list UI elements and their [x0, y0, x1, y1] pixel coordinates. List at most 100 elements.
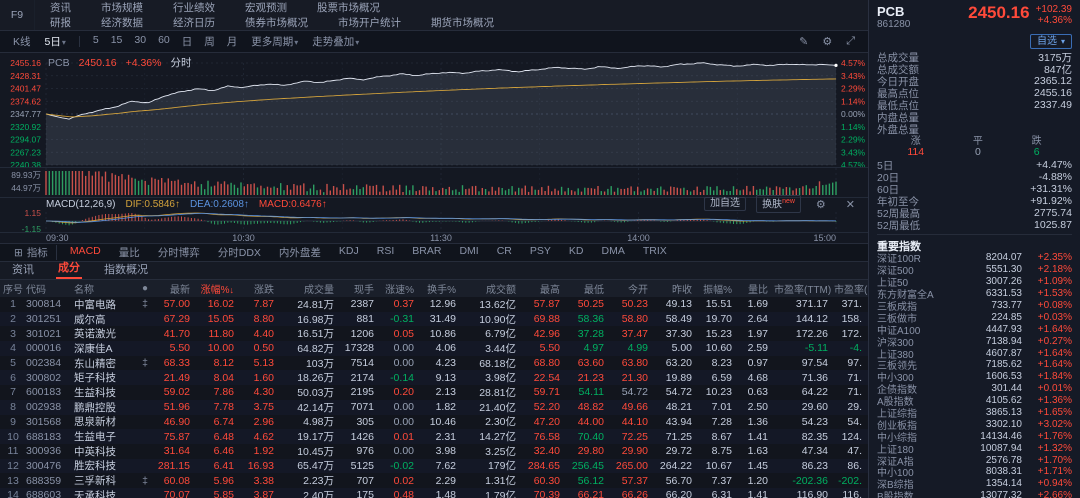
table-row[interactable]: 13688359三孚新科‡60.085.963.382.23万7070.022.… — [0, 473, 868, 488]
header-pe-ttm[interactable]: 市盈率(TTM) — [774, 281, 834, 296]
menu-item[interactable]: 债券市场概况 — [230, 15, 323, 30]
cell-index: 5 — [0, 357, 26, 369]
cell-speed: -0.14 — [380, 372, 420, 384]
header-flag[interactable]: ● — [138, 283, 152, 294]
menu-item[interactable]: 经济数据 — [86, 15, 158, 30]
table-row[interactable]: 5002384东山精密‡68.338.125.13103万75140.004.2… — [0, 356, 868, 371]
intraday-chart[interactable]: 2455.164.57%2428.313.43%2401.472.29%2374… — [0, 53, 868, 243]
header-name[interactable]: 名称 — [74, 281, 138, 296]
indicator-tab[interactable]: RSI — [368, 245, 404, 260]
add-favorite-button[interactable]: 自选▾ — [1030, 34, 1072, 49]
header-high[interactable]: 最高 — [522, 281, 566, 296]
cell-index: 9 — [0, 416, 26, 428]
menu-item[interactable]: 资讯 — [35, 0, 86, 15]
draw-icon[interactable]: ✎ — [794, 35, 813, 48]
table-row[interactable]: 14688603天承科技70.075.853.872.40万1750.481.4… — [0, 488, 868, 498]
table-row[interactable]: 7600183生益科技59.027.864.3050.03万21950.202.… — [0, 385, 868, 400]
menu-item[interactable]: 市场规模 — [86, 0, 158, 15]
indicator-tab[interactable]: PSY — [521, 245, 560, 260]
indicator-tab[interactable]: MACD — [61, 245, 110, 260]
header-index[interactable]: 序号 — [0, 281, 26, 296]
f9-badge[interactable]: F9 — [0, 0, 35, 30]
period-tab[interactable]: 30 — [129, 34, 151, 49]
menu-item[interactable]: 行业绩效 — [158, 0, 230, 15]
cell-volume-ratio: 1.36 — [738, 416, 774, 428]
kline-mode-button[interactable]: K线 — [8, 34, 36, 49]
indicator-tab[interactable]: CR — [488, 245, 521, 260]
table-row[interactable]: 10688183生益电子75.876.484.6219.17万14260.012… — [0, 429, 868, 444]
range-dropdown[interactable]: 5日▾ — [40, 34, 71, 49]
header-change[interactable]: 涨跌 — [240, 281, 280, 296]
add-watchlist-button[interactable]: 加自选 — [704, 197, 746, 211]
period-tab[interactable]: 15 — [106, 34, 128, 49]
indicator-tab[interactable]: 分时DDX — [209, 245, 270, 260]
fullscreen-icon[interactable]: ⤢ — [841, 35, 860, 48]
cell-low: 256.45 — [566, 460, 610, 472]
header-prev-close[interactable]: 昨收 — [654, 281, 698, 296]
menu-item[interactable]: 经济日历 — [158, 15, 230, 30]
header-volume[interactable]: 成交量 — [280, 281, 340, 296]
header-last[interactable]: 最新 — [152, 281, 196, 296]
period-tab[interactable]: 月 — [222, 34, 243, 49]
table-row[interactable]: 2301251威尔高67.2915.058.8016.98万881-0.3131… — [0, 312, 868, 327]
content-tab[interactable]: 成分 — [56, 259, 82, 279]
header-amount[interactable]: 成交额 — [462, 281, 522, 296]
indicator-tab[interactable]: KD — [560, 245, 593, 260]
header-low[interactable]: 最低 — [566, 281, 610, 296]
cell-high: 284.65 — [522, 460, 566, 472]
menu-item[interactable]: 研报 — [35, 15, 86, 30]
sort-down-icon: ↓ — [230, 285, 235, 295]
table-row[interactable]: 12300476胜宏科技281.156.4116.9365.47万5125-0.… — [0, 459, 868, 474]
table-row[interactable]: 9301568思泉新材46.906.742.964.98万3050.0010.4… — [0, 415, 868, 430]
indicator-tab[interactable]: BRAR — [403, 245, 450, 260]
content-tab[interactable]: 资讯 — [10, 261, 36, 279]
indicator-tab[interactable]: DMI — [450, 245, 487, 260]
macd-settings-icon[interactable]: ⚙ — [811, 198, 831, 211]
indicator-tab[interactable]: KDJ — [330, 245, 368, 260]
period-tab[interactable]: 日 — [177, 34, 198, 49]
header-change-pct[interactable]: 涨幅%↓ — [196, 281, 240, 296]
content-tab[interactable]: 指数概况 — [102, 261, 150, 279]
settings-icon[interactable]: ⚙ — [817, 35, 837, 48]
cell-pe-lyr: 86. — [834, 460, 868, 472]
header-pe-lyr[interactable]: 市盈率(L — [834, 281, 868, 296]
period-tab[interactable]: 5 — [88, 34, 104, 49]
header-current-vol[interactable]: 现手 — [340, 281, 380, 296]
menu-item[interactable]: 市场开户统计 — [323, 15, 416, 30]
menu-item[interactable]: 期货市场概况 — [416, 15, 509, 30]
cell-volume: 65.47万 — [280, 458, 340, 473]
skin-button[interactable]: 换肤new — [756, 195, 801, 212]
indicator-tab[interactable]: TRIX — [634, 245, 676, 260]
header-turnover[interactable]: 换手% — [420, 281, 462, 296]
table-row[interactable]: 1300814中富电路‡57.0016.027.8724.81万23870.37… — [0, 297, 868, 312]
header-open[interactable]: 今开 — [610, 281, 654, 296]
indicator-tab[interactable]: 内外盘差 — [270, 245, 330, 260]
menu-item[interactable]: 股票市场概况 — [302, 0, 395, 15]
chart-mode-tab[interactable]: 分时 — [170, 55, 191, 70]
indicator-tab[interactable]: DMA — [592, 245, 633, 260]
indicator-menu[interactable]: ⊞指标 — [6, 245, 57, 260]
table-row[interactable]: 11300936中英科技31.646.461.9210.45万9760.003.… — [0, 444, 868, 459]
header-speed[interactable]: 涨速% — [380, 281, 420, 296]
indicator-tab[interactable]: 量比 — [110, 245, 149, 260]
table-row[interactable]: 8002938鹏鼎控股51.967.783.7542.14万70710.001.… — [0, 400, 868, 415]
period-tab[interactable]: 周 — [199, 34, 220, 49]
svg-text:2347.77: 2347.77 — [10, 109, 41, 119]
menu-item[interactable]: 宏观预测 — [230, 0, 302, 15]
index-row[interactable]: B股指数 13077.32 +2.66% — [877, 490, 1072, 498]
header-code[interactable]: 代码 — [26, 281, 74, 296]
svg-text:2.29%: 2.29% — [841, 135, 866, 145]
table-row[interactable]: 4000016深康佳A5.5010.000.5064.82万173280.004… — [0, 341, 868, 356]
overlay-dropdown[interactable]: 走势叠加▾ — [307, 34, 364, 49]
svg-text:3.43%: 3.43% — [841, 71, 866, 81]
more-periods-dropdown[interactable]: 更多周期▾ — [246, 34, 303, 49]
indicator-tab[interactable]: 分时博弈 — [149, 245, 209, 260]
header-volume-ratio[interactable]: 量比 — [738, 281, 774, 296]
cell-speed: 0.02 — [380, 475, 420, 487]
header-amplitude[interactable]: 振幅% — [698, 281, 738, 296]
table-row[interactable]: 6300802矩子科技21.498.041.6018.26万2174-0.149… — [0, 370, 868, 385]
period-tab[interactable]: 60 — [153, 34, 175, 49]
table-row[interactable]: 3301021英诺激光41.7011.804.4016.51万12060.051… — [0, 326, 868, 341]
macd-close-icon[interactable]: ✕ — [841, 198, 860, 211]
index-pct: +1.65% — [1022, 407, 1072, 418]
